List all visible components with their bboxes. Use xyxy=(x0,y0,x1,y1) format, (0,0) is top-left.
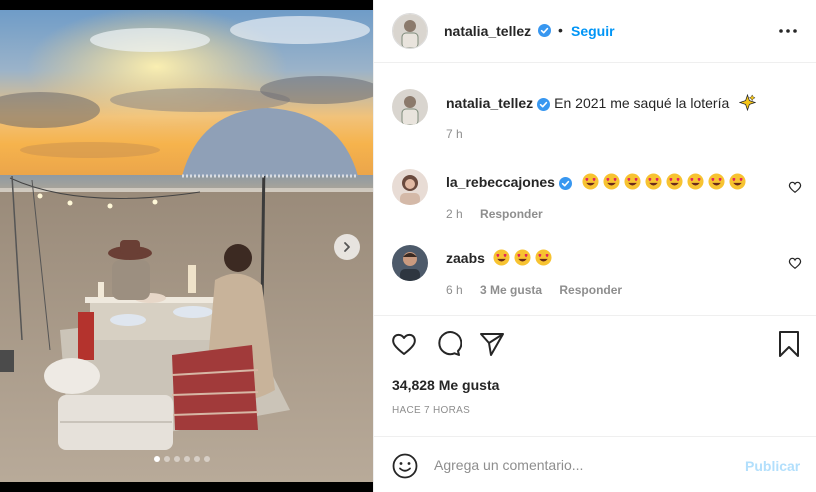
heart-eyes-emoji-icon xyxy=(603,173,620,190)
comment-like-icon[interactable] xyxy=(788,180,802,194)
carousel-dot xyxy=(184,456,190,462)
comment-emoji-run xyxy=(493,249,556,266)
reply-button[interactable]: Responder xyxy=(480,207,543,221)
heart-eyes-emoji-icon xyxy=(535,249,552,266)
publish-button[interactable]: Publicar xyxy=(745,458,800,474)
comment-likes-count[interactable]: 3 Me gusta xyxy=(480,283,542,297)
carousel-dot xyxy=(204,456,210,462)
next-image-button[interactable] xyxy=(334,234,360,260)
caption-text: En 2021 me saqué la lotería xyxy=(554,95,730,111)
heart-eyes-emoji-icon xyxy=(729,173,746,190)
heart-eyes-emoji-icon xyxy=(624,173,641,190)
author-avatar[interactable] xyxy=(392,89,428,125)
carousel-dot xyxy=(164,456,170,462)
heart-eyes-emoji-icon xyxy=(645,173,662,190)
caption-meta: 7 h xyxy=(446,127,477,141)
comment-meta: 2 h Responder xyxy=(446,207,557,221)
comment-like-icon[interactable] xyxy=(788,256,802,270)
carousel-dot xyxy=(154,456,160,462)
heart-outline-icon[interactable] xyxy=(390,330,418,358)
smiley-icon[interactable] xyxy=(392,453,418,479)
commenter-avatar[interactable] xyxy=(392,169,428,205)
sparkles-emoji-icon xyxy=(739,94,757,111)
post-actions: 34,828 Me gusta HACE 7 HORAS xyxy=(374,315,816,440)
paper-plane-icon[interactable] xyxy=(478,330,506,358)
comments-list: natalia_tellez En 2021 me saqué la loterí… xyxy=(374,63,816,315)
carousel-indicator xyxy=(154,456,210,462)
heart-eyes-emoji-icon xyxy=(687,173,704,190)
caption-username[interactable]: natalia_tellez xyxy=(446,95,533,111)
heart-eyes-emoji-icon xyxy=(514,249,531,266)
heart-eyes-emoji-icon xyxy=(708,173,725,190)
more-dots-icon xyxy=(779,29,797,33)
comment-emoji-run xyxy=(582,173,750,190)
comment-composer: Publicar xyxy=(374,436,816,492)
commenter-username[interactable]: la_rebeccajones xyxy=(446,174,555,190)
comment-time[interactable]: 2 h xyxy=(446,207,463,221)
verified-badge-icon xyxy=(558,176,572,190)
media-letterbox-top xyxy=(0,0,373,10)
post-side-panel: natalia_tellez • Seguir natalia_tellez En xyxy=(373,0,816,492)
comment-meta: 6 h 3 Me gusta Responder xyxy=(446,283,636,297)
post-media xyxy=(0,0,373,492)
post-photo[interactable] xyxy=(0,10,373,482)
comment-line: zaabs xyxy=(446,249,556,266)
bookmark-icon[interactable] xyxy=(775,330,803,358)
follow-button[interactable]: Seguir xyxy=(571,23,615,39)
commenter-username[interactable]: zaabs xyxy=(446,250,485,266)
carousel-dot xyxy=(194,456,200,462)
post-header: natalia_tellez • Seguir xyxy=(374,0,816,63)
separator-dot: • xyxy=(558,22,563,38)
comment-input[interactable] xyxy=(434,453,734,477)
heart-eyes-emoji-icon xyxy=(582,173,599,190)
reply-button[interactable]: Responder xyxy=(559,283,622,297)
chevron-right-icon xyxy=(344,242,350,252)
author-username[interactable]: natalia_tellez xyxy=(444,23,531,39)
media-letterbox-bottom xyxy=(0,482,373,492)
commenter-avatar[interactable] xyxy=(392,245,428,281)
verified-badge-icon xyxy=(538,24,551,37)
comment-time[interactable]: 6 h xyxy=(446,283,463,297)
post-timestamp[interactable]: HACE 7 HORAS xyxy=(392,405,470,416)
verified-badge-icon xyxy=(537,97,551,111)
likes-count[interactable]: 34,828 Me gusta xyxy=(392,377,499,393)
heart-eyes-emoji-icon xyxy=(493,249,510,266)
caption-time[interactable]: 7 h xyxy=(446,127,463,141)
comment-bubble-icon[interactable] xyxy=(434,330,462,358)
heart-eyes-emoji-icon xyxy=(666,173,683,190)
caption-line: natalia_tellez En 2021 me saqué la loterí… xyxy=(446,94,760,111)
more-options-button[interactable] xyxy=(776,22,800,40)
author-avatar[interactable] xyxy=(392,13,428,49)
comment-line: la_rebeccajones xyxy=(446,173,750,190)
carousel-dot xyxy=(174,456,180,462)
